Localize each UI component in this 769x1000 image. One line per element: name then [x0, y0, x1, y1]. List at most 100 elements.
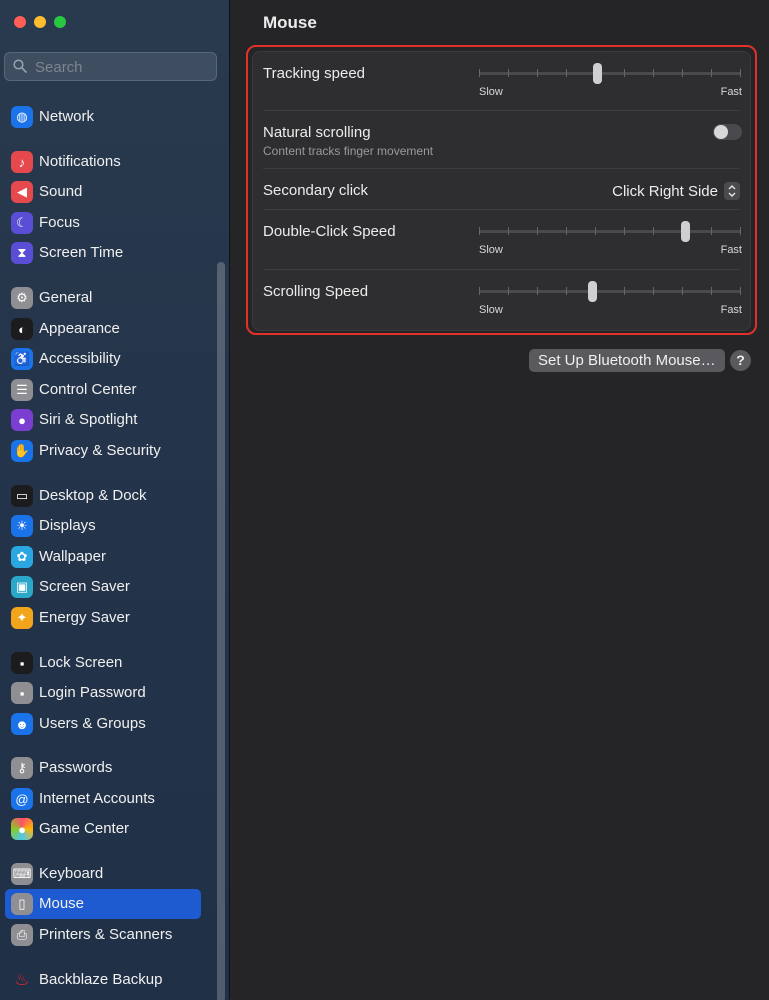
gear-icon: ⚙ — [11, 287, 33, 309]
key-icon: ⚷ — [11, 757, 33, 779]
hourglass-icon: ⧗ — [11, 242, 33, 264]
sidebar-item-displays[interactable]: ☀ Displays — [5, 511, 201, 541]
sidebar-item-lock-screen[interactable]: ▪ Lock Screen — [5, 648, 201, 678]
slider-thumb[interactable] — [593, 63, 602, 84]
double-click-slow-label: Slow — [479, 244, 503, 256]
sidebar-item-login-password[interactable]: ▪ Login Password — [5, 678, 201, 708]
sidebar-item-energy-saver[interactable]: ✦ Energy Saver — [5, 603, 201, 633]
tracking-speed-label: Tracking speed — [263, 65, 365, 82]
sidebar-item-wallpaper[interactable]: ✿ Wallpaper — [5, 542, 201, 572]
sidebar-item-label: Notifications — [39, 153, 121, 170]
sidebar-item-label: Backblaze Backup — [39, 971, 163, 988]
sidebar-item-general[interactable]: ⚙ General — [5, 283, 201, 313]
search-input[interactable] — [33, 56, 217, 79]
sidebar-item-label: Screen Saver — [39, 578, 130, 595]
slider-tick — [740, 227, 741, 235]
double-click-fast-label: Fast — [720, 244, 742, 256]
secondary-click-value: Click Right Side — [612, 182, 718, 200]
sidebar-item-notifications[interactable]: ♪ Notifications — [5, 147, 201, 177]
sidebar-item-screen-time[interactable]: ⧗ Screen Time — [5, 238, 201, 268]
slider-tick — [740, 287, 741, 295]
sidebar-item-siri-and-spotlight[interactable]: ● Siri & Spotlight — [5, 405, 201, 435]
sidebar-item-game-center[interactable]: ● Game Center — [5, 814, 201, 844]
sidebar-item-label: Sound — [39, 183, 83, 200]
sidebar-item-appearance[interactable]: ◐ Appearance — [5, 314, 201, 344]
slider-tick — [537, 227, 538, 235]
sidebar-scrollbar[interactable] — [217, 262, 225, 1000]
slider-thumb[interactable] — [588, 281, 597, 302]
natural-scrolling-description: Content tracks finger movement — [263, 144, 434, 158]
sidebar-item-sound[interactable]: ◀ Sound — [5, 177, 201, 207]
slider-tick — [479, 287, 480, 295]
double-click-speed-label: Double-Click Speed — [263, 223, 396, 240]
sidebar-item-label: Network — [39, 108, 95, 125]
sidebar-item-backblaze-backup[interactable]: ♨ Backblaze Backup — [5, 965, 201, 995]
slider-track — [479, 72, 741, 75]
slider-tick — [537, 69, 538, 77]
zoom-button[interactable] — [54, 16, 66, 28]
slider-tick — [508, 287, 509, 295]
scrolling-speed-label: Scrolling Speed — [263, 283, 369, 300]
sidebar-item-label: Focus — [39, 214, 80, 231]
sidebar-item-users-and-groups[interactable]: ☻ Users & Groups — [5, 709, 201, 739]
double-click-speed-slider[interactable] — [479, 221, 741, 242]
tracking-speed-slider[interactable] — [479, 63, 741, 84]
users-icon: ☻ — [11, 713, 33, 735]
scrolling-speed-slider[interactable] — [479, 281, 741, 302]
page-title: Mouse — [263, 13, 317, 32]
natural-scrolling-label: Natural scrolling — [263, 124, 371, 141]
sidebar-item-passwords[interactable]: ⚷ Passwords — [5, 753, 201, 783]
sidebar-item-printers-and-scanners[interactable]: ⎙ Printers & Scanners — [5, 920, 201, 950]
sidebar-item-screen-saver[interactable]: ▣ Screen Saver — [5, 572, 201, 602]
divider — [263, 269, 740, 270]
bell-icon: ♪ — [11, 151, 33, 173]
sidebar-item-accessibility[interactable]: ♿ Accessibility — [5, 344, 201, 374]
sidebar-item-label: Energy Saver — [39, 609, 130, 626]
close-button[interactable] — [14, 16, 26, 28]
secondary-click-popup[interactable]: Click Right Side — [612, 181, 740, 201]
slider-tick — [508, 69, 509, 77]
sidebar-item-label: Accessibility — [39, 350, 121, 367]
sidebar: ◍ Network ♪ Notifications ◀ Sound ☾ Focus ⧗ Scree… — [0, 0, 230, 1000]
divider — [263, 168, 740, 169]
slider-thumb[interactable] — [681, 221, 690, 242]
sidebar-item-label: Mouse — [39, 895, 85, 912]
sidebar-item-label: Game Center — [39, 820, 130, 837]
toggle-knob — [714, 125, 728, 139]
padlock-icon: ▪ — [11, 682, 33, 704]
slider-tick — [740, 69, 741, 77]
slider-tick — [682, 69, 683, 77]
sidebar-item-privacy-and-security[interactable]: ✋ Privacy & Security — [5, 436, 201, 466]
speaker-icon: ◀ — [11, 181, 33, 203]
slider-tick — [508, 227, 509, 235]
slider-tick — [624, 287, 625, 295]
search-field[interactable] — [4, 52, 217, 81]
sidebar-item-network[interactable]: ◍ Network — [5, 102, 201, 132]
slider-tick — [595, 227, 596, 235]
slider-tick — [624, 69, 625, 77]
sidebar-item-keyboard[interactable]: ⌨ Keyboard — [5, 859, 201, 889]
sidebar-item-focus[interactable]: ☾ Focus — [5, 208, 201, 238]
tracking-fast-label: Fast — [720, 86, 742, 98]
sidebar-item-label: Users & Groups — [39, 715, 146, 732]
help-button[interactable]: ? — [730, 350, 751, 371]
slider-tick — [537, 287, 538, 295]
dock-icon: ▭ — [11, 485, 33, 507]
tracking-slow-label: Slow — [479, 86, 503, 98]
sidebar-item-label: Desktop & Dock — [39, 487, 147, 504]
sidebar-item-mouse[interactable]: ▯ Mouse — [5, 889, 201, 919]
moon-icon: ☾ — [11, 212, 33, 234]
divider — [263, 209, 740, 210]
minimize-button[interactable] — [34, 16, 46, 28]
appearance-icon: ◐ — [11, 318, 33, 340]
natural-scrolling-toggle[interactable] — [713, 124, 742, 140]
lightbulb-icon: ✦ — [11, 607, 33, 629]
scrolling-fast-label: Fast — [720, 304, 742, 316]
sidebar-item-internet-accounts[interactable]: @ Internet Accounts — [5, 784, 201, 814]
sidebar-item-control-center[interactable]: ☰ Control Center — [5, 375, 201, 405]
sidebar-item-desktop-and-dock[interactable]: ▭ Desktop & Dock — [5, 481, 201, 511]
sidebar-item-label: General — [39, 289, 93, 306]
slider-tick — [479, 227, 480, 235]
set-up-bluetooth-mouse-button[interactable]: Set Up Bluetooth Mouse… — [529, 349, 725, 372]
sun-icon: ☀ — [11, 515, 33, 537]
